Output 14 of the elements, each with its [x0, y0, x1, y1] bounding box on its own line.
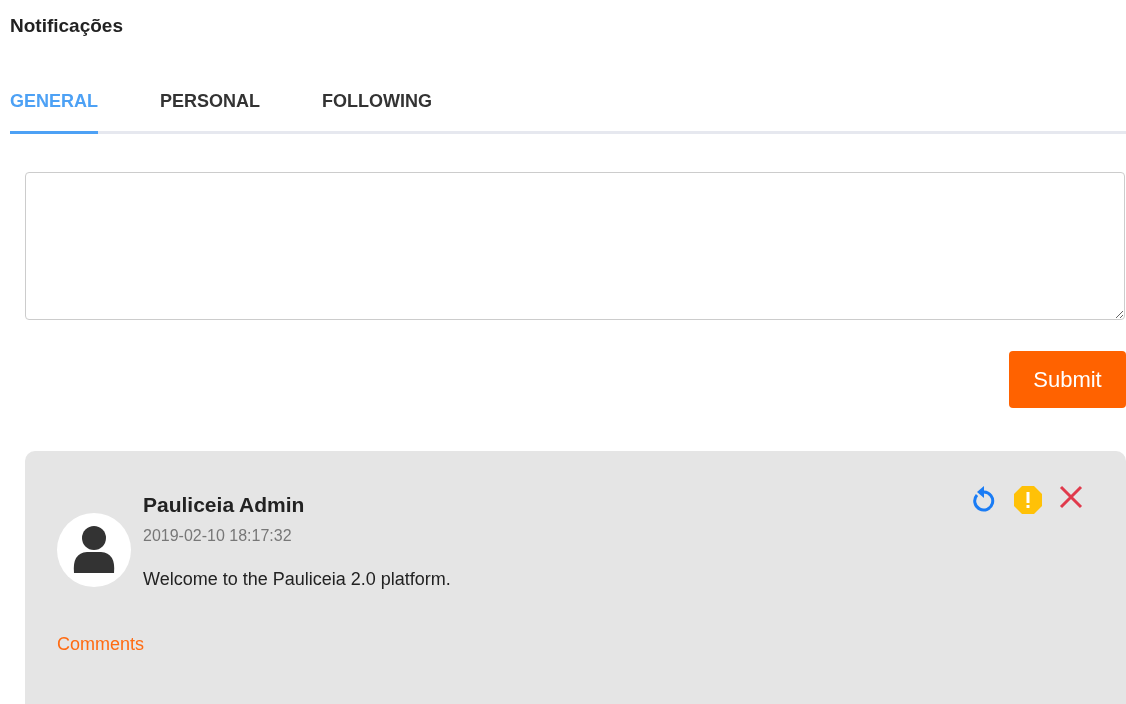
message-field[interactable] — [25, 171, 1125, 320]
refresh-icon[interactable] — [971, 484, 997, 513]
person-icon — [72, 524, 116, 575]
warning-icon[interactable] — [1013, 484, 1043, 515]
page-title: Notificações — [10, 14, 124, 38]
tab[interactable]: FOLLOWING — [322, 87, 432, 134]
comments-link[interactable]: Comments — [57, 631, 145, 658]
tab[interactable]: PERSONAL — [160, 87, 261, 134]
close-icon[interactable] — [1059, 484, 1083, 509]
author-name: Pauliceia Admin — [143, 491, 306, 518]
submit-button[interactable]: Submit — [1009, 350, 1126, 408]
tab[interactable]: GENERAL — [10, 87, 98, 134]
post-time: 2019-02-10 18:17:32 — [143, 526, 293, 546]
post-text: Welcome to the Pauliceia 2.0 platform. — [143, 568, 452, 591]
